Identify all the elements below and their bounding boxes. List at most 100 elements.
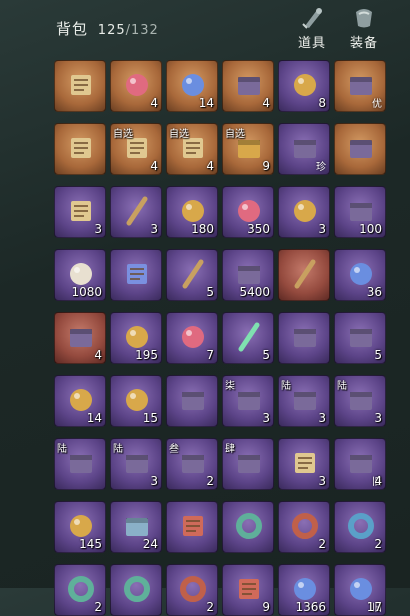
bag-title-text: 背包 [56,20,89,38]
inventory-slot[interactable]: 180 [166,186,218,238]
inventory-slot[interactable]: 陆 [54,438,106,490]
pink-orb-icon [126,74,148,96]
jade-ring-icon [236,513,262,539]
inventory-slot[interactable] [278,249,330,301]
slot-tag: 陆 [337,381,347,392]
slot-quantity: 3 [318,222,326,236]
inventory-slot[interactable]: 1366 [278,564,330,616]
tab-props[interactable]: 道具 [290,6,334,51]
inventory-slot[interactable]: 5400 [222,249,274,301]
slot-tag: 肆 [225,444,235,455]
inventory-slot[interactable]: 4 [110,60,162,112]
slot-quantity: 4 [94,348,102,362]
inventory-slot[interactable]: 195 [110,312,162,364]
inventory-slot[interactable] [54,123,106,175]
inventory-slot[interactable]: 3 [110,186,162,238]
slot-quantity: 4 [374,474,382,488]
ticket-icon [127,264,147,284]
inventory-slot[interactable]: 1080 [54,249,106,301]
inventory-slot[interactable]: 7 [166,312,218,364]
inventory-slot[interactable] [334,123,386,175]
inventory-slot[interactable] [222,501,274,553]
inventory-slot[interactable]: 优 [334,60,386,112]
scroll-chest-icon [71,75,91,95]
inventory-slot[interactable]: 5 [334,312,386,364]
inventory-slot[interactable]: 自选 4 [166,123,218,175]
slot-quantity: 195 [135,348,158,362]
inventory-slot[interactable]: 4 [222,60,274,112]
chest-icon [182,455,204,473]
inventory-slot[interactable] [110,249,162,301]
inventory-slot[interactable]: 9 [222,564,274,616]
slot-tag: 陆 [113,444,123,455]
inventory-slot[interactable]: 旧 17 [334,564,386,616]
red-ring-icon [180,576,206,602]
slot-quantity: 145 [79,537,102,551]
slot-quantity: 2 [318,537,326,551]
slot-quantity: 24 [142,537,158,551]
inventory-slot[interactable]: 2 [54,564,106,616]
inventory-slot[interactable] [278,312,330,364]
slot-quantity: 8 [318,96,326,110]
inventory-slot[interactable]: 柒3 [222,375,274,427]
inventory-slot[interactable]: 肆 [222,438,274,490]
inventory-slot[interactable]: 15 [110,375,162,427]
inventory-slot[interactable]: 自选 9 [222,123,274,175]
inventory-slot[interactable]: 5 [166,249,218,301]
inventory-slot[interactable]: 100 [334,186,386,238]
inventory-slot[interactable]: 2 [166,564,218,616]
slot-quantity: 2 [206,600,214,614]
slot-quantity: 3 [318,474,326,488]
inventory-slot[interactable]: 3 [54,186,106,238]
inventory-slot[interactable]: 陆3 [110,438,162,490]
slot-quantity: 3 [262,411,270,425]
token-icon [182,259,204,289]
slot-quantity: 3 [94,222,102,236]
tab-props-label: 道具 [297,36,326,51]
inventory-slot[interactable]: 8 [278,60,330,112]
inventory-slot[interactable]: 5 [222,312,274,364]
inventory-slot[interactable]: 3 [278,186,330,238]
slot-rarity: 优 [372,99,382,110]
slot-quantity: 2 [206,474,214,488]
slot-rarity: 珍 [316,162,326,173]
inventory-slot[interactable]: 陆3 [334,375,386,427]
bag-icon [350,140,372,158]
slot-quantity: 3 [150,222,158,236]
inventory-slot[interactable]: 叁2 [166,438,218,490]
inventory-slot[interactable]: 24 [110,501,162,553]
inventory-slot[interactable]: 自选 4 [110,123,162,175]
inventory-slot[interactable] [110,564,162,616]
inventory-slot[interactable]: 旧4 [334,438,386,490]
inventory-slot[interactable]: 陆3 [278,375,330,427]
map-scroll-icon [71,138,91,158]
inventory-slot[interactable]: 2 [334,501,386,553]
used-count: 125 [97,23,126,38]
inventory-slot[interactable] [166,375,218,427]
inventory-slot[interactable]: 3 [278,438,330,490]
rice-icon [70,329,92,347]
slot-quantity: 14 [86,411,102,425]
inventory-slot[interactable]: 珍 [278,123,330,175]
shovel-icon [294,259,316,289]
inventory-slot[interactable]: 14 [166,60,218,112]
inventory-slot[interactable]: 350 [222,186,274,238]
inventory-slot[interactable]: 145 [54,501,106,553]
pearl-icon [294,200,316,222]
slot-quantity: 4 [150,96,158,110]
bag-capacity: 125/132 [98,23,159,38]
inventory-slot[interactable]: 4 [54,312,106,364]
fan-icon [182,392,204,410]
inventory-slot[interactable]: 14 [54,375,106,427]
slot-quantity: 1080 [71,285,102,299]
slot-quantity: 2 [94,600,102,614]
slot-quantity: 3 [318,411,326,425]
chest-icon [294,392,316,410]
slot-quantity: 15 [142,411,158,425]
inventory-slot[interactable]: 36 [334,249,386,301]
tab-equip[interactable]: 装备 [342,6,386,51]
slot-tag: 自选 [113,129,133,140]
inventory-slot[interactable] [54,60,106,112]
inventory-slot[interactable]: 2 [278,501,330,553]
inventory-slot[interactable] [166,501,218,553]
